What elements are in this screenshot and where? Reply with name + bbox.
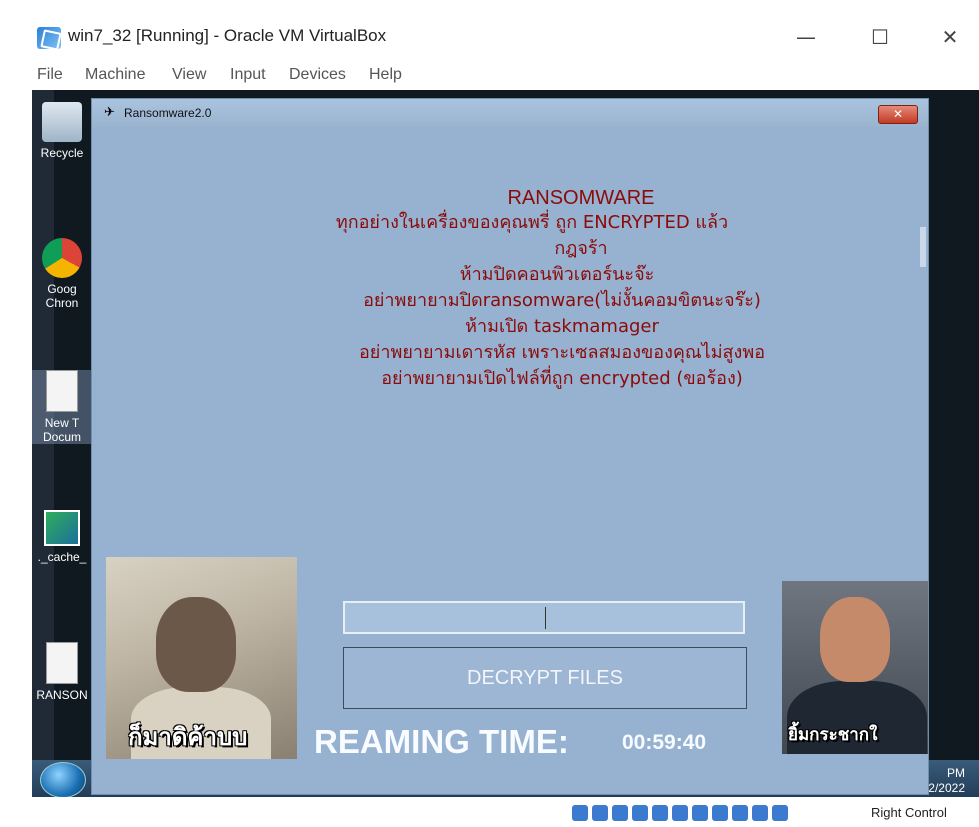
audio-icon[interactable] (612, 805, 628, 821)
ransom-line: ห้ามปิดคอนพิวเตอร์นะจ๊ะ (459, 264, 655, 285)
countdown-timer: 00:59:40 (622, 731, 707, 754)
vbox-status-bar: Right Control (0, 797, 979, 827)
ransomware-body: RANSOMWARE ทุกอย่างในเครื่องของคุณพรี่ ถ… (92, 127, 928, 794)
maximize-button[interactable]: ☐ (857, 22, 903, 52)
left-photo-caption: ก็มาดิค้าบบ (128, 723, 248, 751)
ransomware-close-button[interactable]: ✕ (878, 105, 918, 124)
menu-file[interactable]: File (37, 66, 63, 84)
photo-face (156, 597, 236, 692)
decryption-key-input[interactable] (343, 601, 745, 634)
ransom-line: อย่าพยายามปิดransomware(ไม่งั้นคอมขิตนะจ… (363, 290, 761, 311)
ransomware-window-title: Ransomware2.0 (124, 106, 212, 120)
close-button[interactable]: ✕ (927, 22, 973, 52)
desktop-icon-chrome[interactable]: Goog Chron (32, 238, 92, 310)
status-icons (572, 805, 862, 823)
text-caret (545, 607, 546, 629)
ransom-line: ห้ามเปิด taskmamager (465, 316, 659, 337)
ransom-message: RANSOMWARE ทุกอย่างในเครื่องของคุณพรี่ ถ… (222, 187, 842, 392)
usb-icon[interactable] (652, 805, 668, 821)
chrome-icon (42, 238, 82, 278)
recycle-bin-icon (42, 102, 82, 142)
mouse-integration-icon[interactable] (752, 805, 768, 821)
remaining-time-label: REAMING TIME: (314, 723, 569, 760)
desktop-icon-label: ._cache_ (37, 550, 87, 564)
child-photo: ก็มาดิค้าบบ (106, 557, 297, 759)
scrollbar[interactable] (920, 227, 926, 267)
menu-input[interactable]: Input (230, 66, 266, 84)
host-title-bar: win7_32 [Running] - Oracle VM VirtualBox (0, 0, 979, 60)
host-key-label: Right Control (871, 805, 947, 820)
menu-view[interactable]: View (172, 66, 206, 84)
desktop-icon-label: RANSON (36, 688, 88, 702)
decrypt-files-button[interactable]: DECRYPT FILES (343, 647, 747, 709)
optical-drive-icon[interactable] (592, 805, 608, 821)
ransom-line: กฎจร้า (554, 238, 608, 259)
virtualbox-icon (37, 27, 61, 49)
ransomware-title-bar: ✈ Ransomware2.0 ✕ (92, 99, 928, 127)
desktop-icon-new-text-doc[interactable]: New T Docum (32, 370, 92, 444)
network-icon[interactable] (632, 805, 648, 821)
keyboard-capture-icon[interactable] (772, 805, 788, 821)
text-document-icon (46, 370, 78, 412)
minimize-button[interactable]: — (783, 22, 829, 52)
ransomware-window: ✈ Ransomware2.0 ✕ RANSOMWARE ทุกอย่างในเ… (91, 98, 929, 795)
desktop-icon-label: Goog Chron (45, 282, 79, 310)
shared-folder-icon[interactable] (672, 805, 688, 821)
desktop-icon-label: New T Docum (42, 416, 81, 444)
cpu-icon[interactable] (732, 805, 748, 821)
host-window-title: win7_32 [Running] - Oracle VM VirtualBox (68, 26, 387, 45)
ransomware-app-icon: ✈ (104, 105, 115, 120)
recording-icon[interactable] (712, 805, 728, 821)
desktop-icon-recycle-bin[interactable]: Recycle (32, 102, 92, 160)
photo-face (820, 597, 890, 682)
desktop-icon-ransom-note[interactable]: RANSON (32, 642, 92, 702)
menu-devices[interactable]: Devices (289, 66, 346, 84)
ransom-heading: RANSOMWARE (507, 187, 655, 209)
ransom-line: อย่าพยายามเดารหัส เพราะเซลสมองของคุณไม่ส… (358, 342, 766, 363)
ransom-line: ทุกอย่างในเครื่องของคุณพรี่ ถูก ENCRYPTE… (335, 212, 729, 233)
hdd-icon[interactable] (572, 805, 588, 821)
man-photo: ยิ้มกระชากใ (782, 581, 928, 754)
display-icon[interactable] (692, 805, 708, 821)
menu-machine[interactable]: Machine (85, 66, 145, 84)
text-document-icon (46, 642, 78, 684)
desktop-icon-label: Recycle (40, 146, 84, 160)
app-icon (44, 510, 80, 546)
menu-help[interactable]: Help (369, 66, 402, 84)
ransom-line: อย่าพยายามเปิดไฟล์ที่ถูก encrypted (ขอร้… (381, 368, 743, 389)
right-photo-caption: ยิ้มกระชากใ (788, 725, 878, 745)
desktop-icon-cache[interactable]: ._cache_ (32, 510, 92, 564)
start-button[interactable] (40, 762, 86, 798)
menu-bar: File Machine View Input Devices Help (0, 60, 979, 90)
